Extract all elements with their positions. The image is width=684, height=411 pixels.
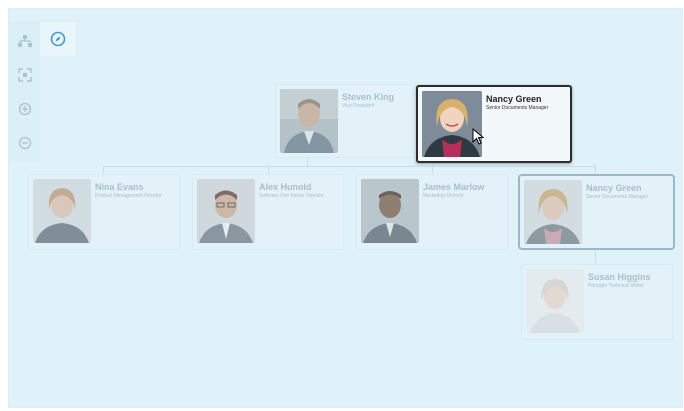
employee-name: James Marlow bbox=[423, 182, 485, 192]
zoom-out-icon[interactable] bbox=[13, 131, 37, 155]
employee-card-nina-evans[interactable]: Nina Evans Product Management Director bbox=[28, 174, 180, 250]
avatar bbox=[361, 179, 419, 243]
avatar bbox=[33, 179, 91, 243]
fit-icon[interactable] bbox=[13, 63, 37, 87]
employee-card-steven-king[interactable]: Steven King Vice President bbox=[275, 84, 413, 158]
employee-title: Senior Documents Manager bbox=[486, 105, 549, 111]
employee-name: Nina Evans bbox=[95, 182, 144, 192]
employee-title: Vice President bbox=[342, 103, 375, 109]
employee-name: Alex Hunold bbox=[259, 182, 312, 192]
employee-title: Senior Documents Manager bbox=[586, 194, 649, 200]
employee-title: Marketing Director bbox=[423, 193, 464, 199]
employee-name: Nancy Green bbox=[586, 183, 642, 193]
dragged-employee-card-nancy-green[interactable]: Nancy Green Senior Documents Manager bbox=[416, 85, 572, 163]
zoom-in-icon[interactable] bbox=[13, 97, 37, 121]
connector-line bbox=[432, 166, 433, 174]
employee-name: Nancy Green bbox=[486, 94, 542, 104]
navigate-tool-button[interactable] bbox=[40, 21, 77, 57]
employee-card-alex-hunold[interactable]: Alex Hunold Software Dev Senior Director bbox=[192, 174, 344, 250]
diagram-toolbar bbox=[9, 21, 40, 161]
connector-line bbox=[268, 166, 269, 174]
avatar bbox=[280, 89, 338, 153]
connector-line bbox=[103, 166, 595, 167]
connector-line bbox=[103, 166, 104, 174]
avatar bbox=[526, 269, 584, 333]
employee-title: Principle Technical Writer bbox=[588, 283, 644, 289]
employee-card-susan-higgins[interactable]: Susan Higgins Principle Technical Writer bbox=[521, 264, 673, 340]
employee-name: Susan Higgins bbox=[588, 272, 651, 282]
employee-name: Steven King bbox=[342, 92, 395, 102]
avatar bbox=[197, 179, 255, 243]
employee-card-nancy-green[interactable]: Nancy Green Senior Documents Manager bbox=[518, 174, 675, 250]
employee-card-james-marlow[interactable]: James Marlow Marketing Director bbox=[356, 174, 508, 250]
employee-title: Software Dev Senior Director bbox=[259, 193, 324, 199]
navigate-compass-icon bbox=[50, 31, 66, 47]
connector-line bbox=[595, 250, 596, 264]
mouse-pointer-icon bbox=[472, 127, 486, 146]
connector-line bbox=[595, 166, 596, 174]
employee-title: Product Management Director bbox=[95, 193, 162, 199]
hierarchy-icon[interactable] bbox=[13, 29, 37, 53]
avatar bbox=[524, 180, 582, 244]
avatar bbox=[422, 91, 482, 157]
